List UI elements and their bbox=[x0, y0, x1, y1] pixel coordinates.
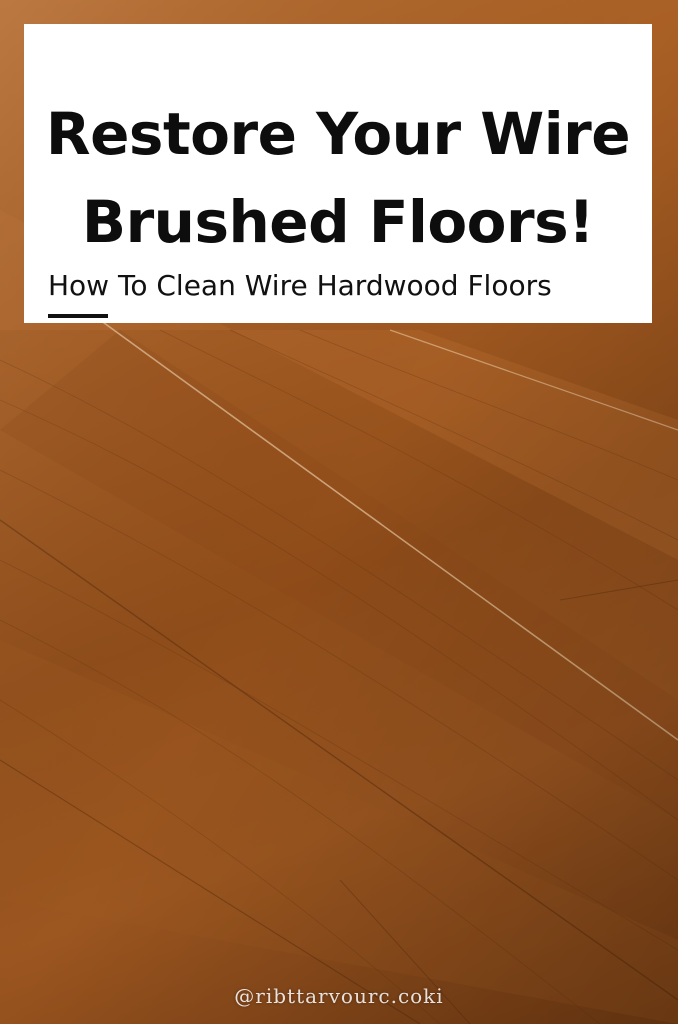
title-card: Restore Your Wire Brushed Floors! How To… bbox=[24, 24, 652, 323]
watermark: @ribttarvourc.coki bbox=[234, 984, 444, 1008]
headline-line-1: Restore Your Wire bbox=[45, 100, 631, 168]
headline: Restore Your Wire Brushed Floors! bbox=[24, 90, 652, 266]
subtitle: How To Clean Wire Hardwood Floors bbox=[48, 269, 552, 302]
headline-line-2: Brushed Floors! bbox=[81, 188, 595, 256]
subtitle-underline bbox=[48, 314, 108, 318]
